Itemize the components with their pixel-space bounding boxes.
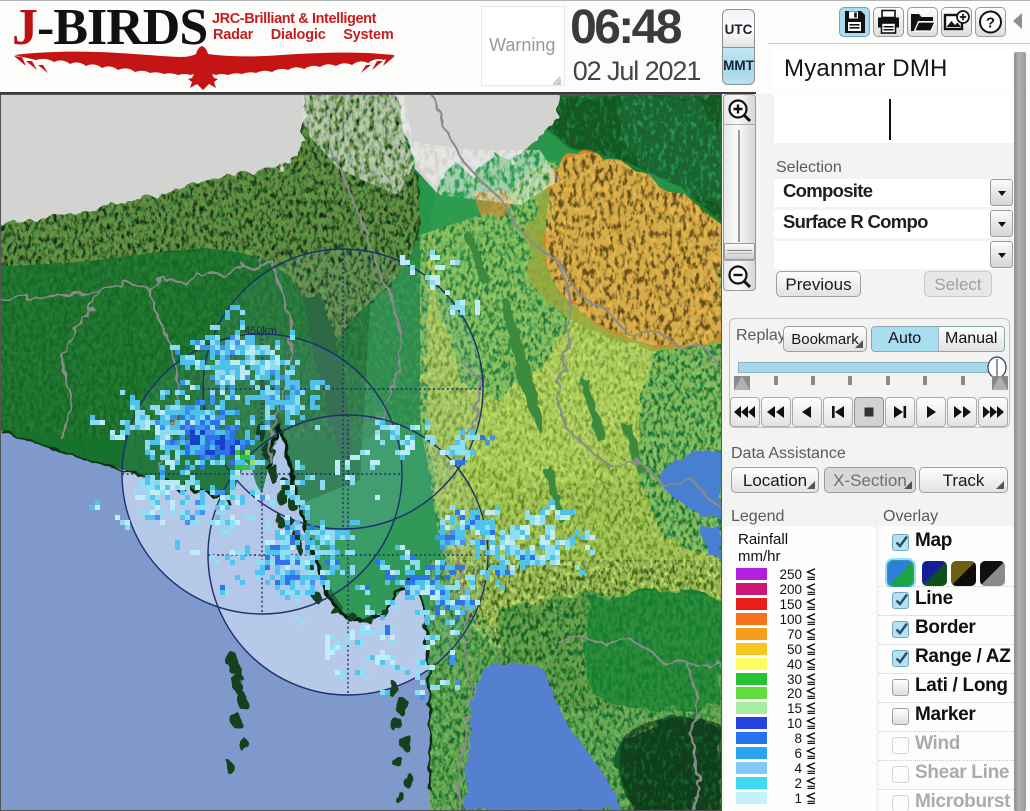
svg-text:?: ? — [986, 15, 995, 32]
